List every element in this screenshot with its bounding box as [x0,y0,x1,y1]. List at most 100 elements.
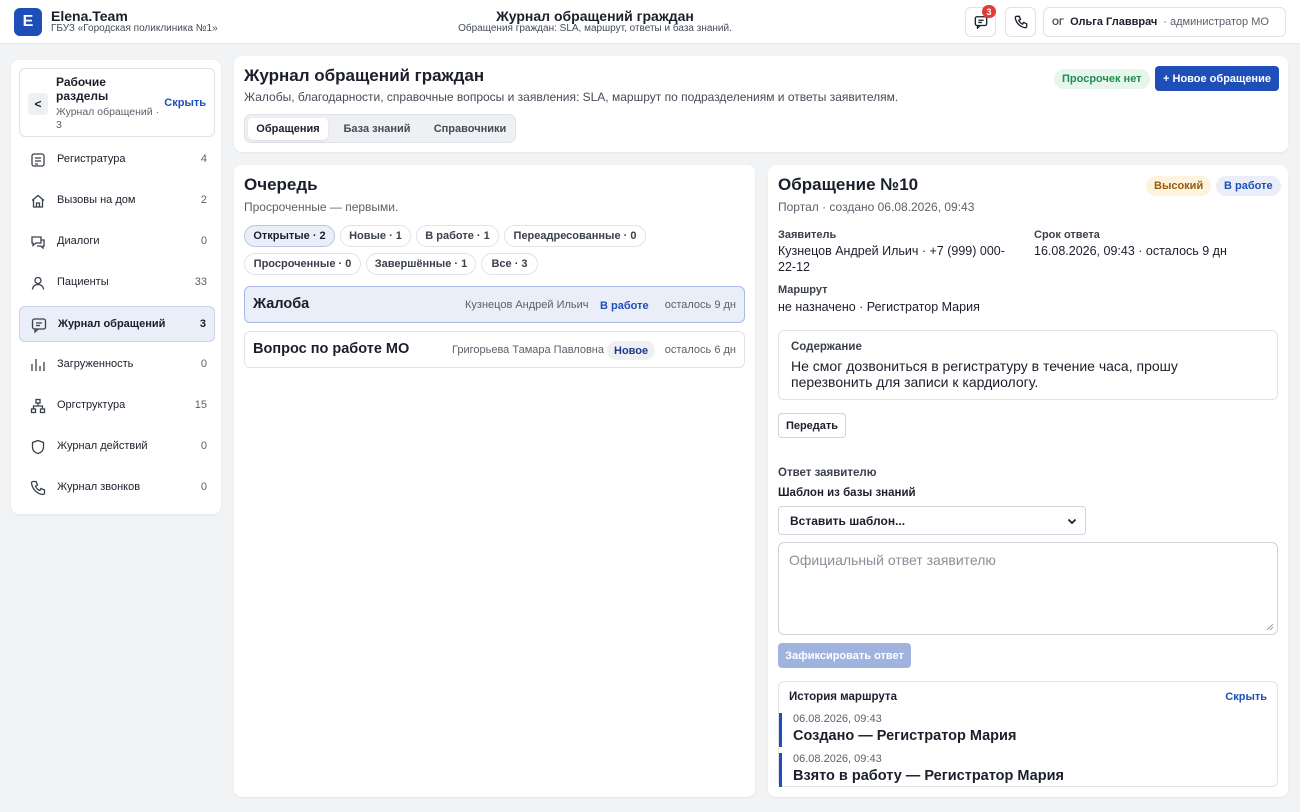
appeal-applicant: Кузнецов Андрей Ильич [465,299,589,311]
sidebar-item-label: Журнал обращений [58,318,166,330]
status-badge: В работе [1216,176,1281,196]
appeal-applicant: Григорьева Тамара Павловна [452,344,604,356]
appeal-detail-panel: Обращение №10 Портал · создано 06.08.202… [768,165,1288,797]
sidebar-item-count: 0 [200,440,207,452]
overdue-status-badge: Просрочек нет [1054,69,1150,89]
template-select-value: Вставить шаблон... [790,513,906,528]
bar-chart-icon [31,359,45,371]
priority-badge: Высокий [1146,176,1212,196]
tab-references[interactable]: Справочники [426,118,514,140]
history-title: История маршрута [789,691,897,703]
window-title: Журнал обращений граждан [496,8,694,24]
org-chart-icon [30,398,46,414]
home-icon [31,194,45,208]
sidebar: < Рабочие разделы Журнал обращений · 3 С… [11,60,221,514]
sidebar-item-label: Загруженность [57,358,134,370]
transfer-button[interactable]: Передать [778,413,846,438]
sidebar-item-count: 0 [200,481,207,493]
deadline-value: 16.08.2026, 09:43 · осталось 9 дн [1034,244,1227,258]
deadline-label: Срок ответа [1034,229,1100,241]
applicant-value: Кузнецов Андрей Ильич · +7 (999) 000-22-… [778,244,1005,274]
user-name: Ольга Главврач [1070,16,1158,28]
sidebar-item-registry[interactable]: Регистратура 4 [19,142,215,178]
appeal-content-box: Содержание Не смог дозвониться в регистр… [778,330,1278,400]
resize-handle-icon[interactable] [1266,623,1274,631]
appeal-type: Вопрос по работе МО [253,341,410,357]
phone-icon [30,480,46,496]
appeal-source-created: Портал · создано 06.08.2026, 09:43 [778,200,975,214]
appeal-type: Жалоба [253,296,310,312]
appeal-time-left: осталось 9 дн [664,299,736,311]
user-icon [31,276,45,290]
queue-row[interactable]: Вопрос по работе МО Григорьева Тамара Па… [244,331,745,368]
template-select[interactable]: Вставить шаблон... [778,506,1086,535]
sidebar-collapse-button[interactable]: < [28,93,48,115]
sidebar-item-count: 3 [199,318,206,330]
new-appeal-button[interactable]: + Новое обращение [1155,66,1279,91]
content-label: Содержание [791,341,862,353]
answer-placeholder: Официальный ответ заявителю [789,552,996,568]
sidebar-item-org-structure[interactable]: Оргструктура 15 [19,388,215,424]
sidebar-hide-link[interactable]: Скрыть [164,97,206,109]
app-logo[interactable]: E [14,8,42,36]
organization-name: ГБУЗ «Городская поликлиника №1» [51,23,218,34]
sidebar-item-home-visits[interactable]: Вызовы на дом 2 [19,183,215,219]
chat-icon [31,318,47,333]
sidebar-item-label: Журнал звонков [57,481,141,493]
sidebar-item-appeals-journal[interactable]: Журнал обращений 3 [19,306,215,342]
filter-new[interactable]: Новые · 1 [340,225,411,247]
queue-panel: Очередь Просроченные — первыми. Открытые… [234,165,755,797]
user-avatar-initials: ОГ [1052,17,1065,27]
sidebar-item-label: Оргструктура [57,399,126,411]
sidebar-item-label: Регистратура [57,153,126,165]
filter-overdue[interactable]: Просроченные · 0 [244,253,361,275]
filter-open[interactable]: Открытые · 2 [244,225,335,247]
sidebar-item-call-log[interactable]: Журнал звонков 0 [19,470,215,506]
sidebar-header: < Рабочие разделы Журнал обращений · 3 С… [19,68,215,137]
applicant-label: Заявитель [778,229,837,241]
sidebar-item-dialogs[interactable]: Диалоги 0 [19,224,215,260]
sidebar-item-count: 33 [194,276,207,288]
sidebar-item-action-log[interactable]: Журнал действий 0 [19,429,215,465]
user-menu[interactable]: ОГ Ольга Главврач · администратор МО [1043,7,1286,37]
sidebar-item-count: 0 [200,235,207,247]
notifications-button[interactable]: 3 [965,5,996,37]
history-text: Создано — Регистратор Мария [793,728,1017,744]
history-hide-link[interactable]: Скрыть [1225,691,1267,703]
sidebar-item-patients[interactable]: Пациенты 33 [19,265,215,301]
sidebar-current-section: Журнал обращений · 3 [56,106,160,131]
filter-redirected[interactable]: Переадресованные · 0 [504,225,646,247]
filter-in-progress[interactable]: В работе · 1 [416,225,499,247]
sidebar-item-label: Диалоги [57,235,100,247]
sidebar-item-count: 2 [200,194,207,206]
queue-subtitle: Просроченные — первыми. [244,200,399,214]
phone-icon [1014,15,1027,29]
appeal-title: Обращение №10 [778,175,919,194]
sidebar-title: Рабочие разделы [56,75,109,103]
history-entry: 06.08.2026, 09:43 Взято в работу — Регис… [779,753,1159,787]
queue-row[interactable]: Жалоба Кузнецов Андрей Ильич В работе ос… [244,286,745,323]
sidebar-item-count: 4 [200,153,207,165]
tab-knowledge-base[interactable]: База знаний [332,118,422,140]
sidebar-item-workload[interactable]: Загруженность 0 [19,347,215,383]
sidebar-item-label: Вызовы на дом [57,194,136,206]
answer-textarea[interactable]: Официальный ответ заявителю [778,542,1278,635]
sidebar-item-label: Журнал действий [57,440,148,452]
filter-completed[interactable]: Завершённые · 1 [366,253,476,275]
route-history: История маршрута Скрыть 06.08.2026, 09:4… [778,681,1278,787]
content-text: Не смог дозвониться в регистратуру в теч… [791,358,1178,390]
user-role: · администратор МО [1163,16,1269,28]
phone-button[interactable] [1005,7,1036,37]
tab-appeals[interactable]: Обращения [248,118,328,140]
shield-icon [31,439,45,455]
history-text: Взято в работу — Регистратор Мария [793,768,1064,784]
submit-answer-button[interactable]: Зафиксировать ответ [778,643,911,668]
tab-bar: Обращения База знаний Справочники [244,114,516,143]
brand-name: Elena.Team [51,8,128,24]
history-time: 06.08.2026, 09:43 [793,713,882,725]
appeal-status-badge: В работе [600,299,649,312]
appeal-time-left: осталось 6 дн [664,344,736,356]
page-subtitle: Жалобы, благодарности, справочные вопрос… [244,90,899,104]
filter-all[interactable]: Все · 3 [481,253,538,275]
history-time: 06.08.2026, 09:43 [793,753,882,765]
